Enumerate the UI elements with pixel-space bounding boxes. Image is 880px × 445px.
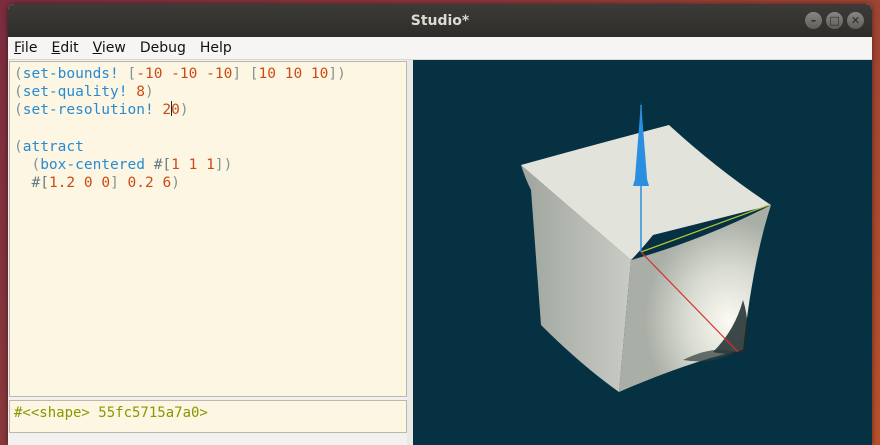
code-line-1: (set-bounds! [-10 -10 -10] [10 10 10]) — [14, 66, 346, 82]
repl-output: #<<shape> 55fc5715a7a0> — [9, 400, 407, 433]
title-bar[interactable]: Studio* – □ ✕ — [8, 4, 872, 37]
main-content: (set-bounds! [-10 -10 -10] [10 10 10]) (… — [8, 60, 872, 445]
minimize-button[interactable]: – — [805, 12, 822, 29]
rendered-scene — [521, 102, 771, 392]
close-button[interactable]: ✕ — [847, 12, 864, 29]
app-window: Studio* – □ ✕ File Edit View Debug Help … — [8, 4, 872, 445]
maximize-button[interactable]: □ — [826, 12, 843, 29]
window-title: Studio* — [410, 12, 470, 29]
code-line-6: (box-centered #[1 1 1]) — [31, 157, 233, 174]
menu-edit[interactable]: Edit — [51, 40, 78, 56]
script-editor[interactable]: (set-bounds! [-10 -10 -10] [10 10 10]) (… — [9, 61, 407, 397]
code-line-2: (set-quality! 8) — [14, 84, 154, 101]
menu-debug[interactable]: Debug — [140, 40, 186, 56]
menu-help[interactable]: Help — [200, 40, 232, 56]
code-line-5: (attract — [14, 138, 84, 155]
menu-view[interactable]: View — [93, 40, 126, 56]
code-line-3: (set-resolution! 20) — [14, 101, 189, 119]
menu-bar: File Edit View Debug Help — [8, 37, 872, 60]
window-controls: – □ ✕ — [805, 12, 864, 29]
menu-file[interactable]: File — [14, 40, 37, 56]
code-line-7: #[1.2 0 0] 0.2 6) — [31, 175, 180, 192]
3d-viewport[interactable] — [413, 60, 872, 445]
